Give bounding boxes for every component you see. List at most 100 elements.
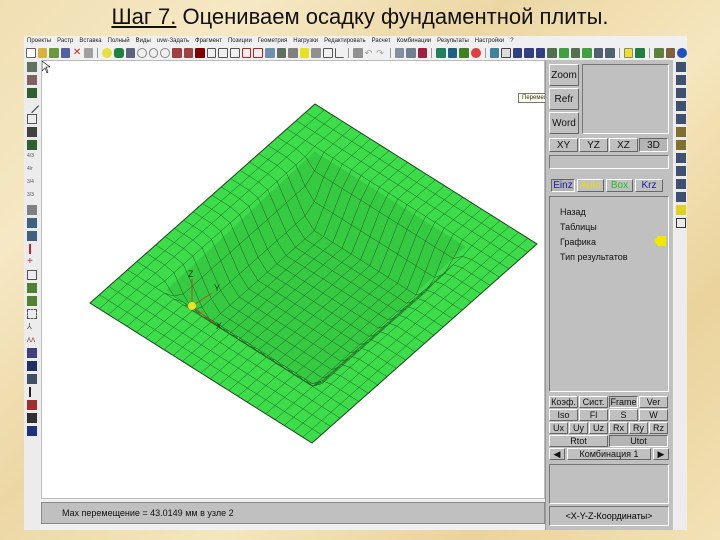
menu-calc[interactable]: Расчет bbox=[372, 38, 391, 44]
force-icon[interactable] bbox=[512, 48, 523, 58]
house2-icon[interactable] bbox=[665, 48, 676, 58]
key-tool-icon[interactable] bbox=[27, 348, 37, 358]
equal-icon[interactable] bbox=[322, 48, 333, 58]
view-front-icon[interactable] bbox=[172, 48, 182, 58]
menu-edit[interactable]: Редактировать bbox=[324, 38, 365, 44]
next-combination-button[interactable]: ▶ bbox=[653, 448, 669, 460]
line-tool-icon[interactable] bbox=[24, 98, 40, 114]
menu-uvw[interactable]: uvw-Задать bbox=[157, 38, 189, 44]
menu-positions[interactable]: Позиции bbox=[228, 38, 252, 44]
redo-icon[interactable]: ↷ bbox=[376, 48, 386, 58]
fl-button[interactable]: Fl bbox=[579, 409, 608, 421]
zoom-icon[interactable] bbox=[137, 48, 147, 58]
house-icon[interactable] bbox=[653, 48, 664, 58]
building-icon[interactable] bbox=[417, 48, 428, 58]
red-cross-icon[interactable]: + bbox=[27, 257, 37, 267]
node-move-icon[interactable] bbox=[675, 88, 686, 98]
load-icon[interactable] bbox=[406, 48, 416, 58]
view-top-icon[interactable] bbox=[195, 48, 205, 58]
node-box-icon[interactable] bbox=[27, 270, 37, 280]
tool-4-3-icon[interactable]: 4/3 bbox=[27, 153, 37, 163]
stress4-icon[interactable] bbox=[582, 48, 592, 58]
render-icon[interactable] bbox=[125, 48, 136, 58]
s-button[interactable]: S bbox=[609, 409, 638, 421]
force2-icon[interactable] bbox=[524, 48, 534, 58]
ux-button[interactable]: Ux bbox=[549, 422, 568, 434]
green-tool-icon[interactable] bbox=[27, 140, 37, 150]
element-tool3-icon[interactable] bbox=[27, 88, 37, 98]
menu-results[interactable]: Результаты bbox=[437, 38, 469, 44]
model-viewport[interactable]: ZYX Перемещения узлов bbox=[41, 60, 584, 499]
hatch-tool-icon[interactable] bbox=[27, 205, 37, 215]
rx-button[interactable]: Rx bbox=[609, 422, 628, 434]
prev-combination-button[interactable]: ◀ bbox=[549, 448, 565, 460]
member-edit-icon[interactable] bbox=[675, 179, 686, 189]
uz-button[interactable]: Uz bbox=[589, 422, 608, 434]
add-row-icon[interactable] bbox=[27, 218, 37, 228]
refresh-button[interactable]: Refr bbox=[549, 88, 579, 110]
angle-icon[interactable] bbox=[334, 48, 345, 58]
view-tab-xz[interactable]: XZ bbox=[609, 138, 638, 152]
menu-full[interactable]: Полный bbox=[108, 38, 130, 44]
element-tool2-icon[interactable] bbox=[27, 75, 37, 85]
rz-button[interactable]: Rz bbox=[649, 422, 668, 434]
tool-4r-icon[interactable]: 4/r bbox=[27, 166, 37, 176]
highlight-icon[interactable] bbox=[299, 48, 310, 58]
node-displacement-icon[interactable] bbox=[501, 48, 511, 58]
node-remove-icon[interactable] bbox=[675, 75, 686, 85]
menu-insert[interactable]: Вставка bbox=[79, 38, 101, 44]
mode-krz-button[interactable]: Krz bbox=[635, 179, 663, 192]
delete-icon[interactable]: ✕ bbox=[72, 48, 82, 58]
coef-button[interactable]: Коэф. bbox=[549, 396, 578, 408]
node-select-icon[interactable] bbox=[27, 309, 37, 319]
zoom-out-icon[interactable] bbox=[160, 48, 171, 58]
menu-fragment[interactable]: Фрагмент bbox=[195, 38, 222, 44]
piles-tool-icon[interactable] bbox=[27, 426, 37, 436]
menu-item-graphics[interactable]: Графика bbox=[560, 235, 628, 250]
stop-icon[interactable] bbox=[471, 48, 481, 58]
mode-auto-button[interactable]: Auto bbox=[577, 179, 604, 192]
combination-selector[interactable]: Комбинация 1 bbox=[567, 448, 651, 460]
ver-button[interactable]: Ver bbox=[639, 396, 668, 408]
stress-icon[interactable] bbox=[547, 48, 558, 58]
save-icon[interactable] bbox=[60, 48, 71, 58]
grid-red-icon[interactable] bbox=[241, 48, 252, 58]
element-tool-icon[interactable] bbox=[27, 62, 37, 72]
undo-icon[interactable]: ↶ bbox=[365, 48, 375, 58]
tool-3-4-icon[interactable]: 3/4 bbox=[27, 179, 37, 189]
node-green2-icon[interactable] bbox=[27, 296, 37, 306]
foundation-tool-icon[interactable] bbox=[27, 361, 37, 371]
support-icon[interactable] bbox=[288, 48, 298, 58]
menu-settings[interactable]: Настройки bbox=[475, 38, 504, 44]
section-icon[interactable] bbox=[276, 48, 287, 58]
box-tool-icon[interactable] bbox=[27, 127, 37, 137]
axes-icon[interactable] bbox=[265, 48, 275, 58]
pin-tool-icon[interactable] bbox=[29, 387, 39, 397]
view-tab-3d[interactable]: 3D bbox=[639, 138, 668, 152]
tool-3-3-icon[interactable]: 3/3 bbox=[27, 192, 37, 202]
database-icon[interactable] bbox=[113, 48, 124, 58]
grid-red2-icon[interactable] bbox=[253, 48, 264, 58]
menu-loads[interactable]: Нагрузки bbox=[293, 38, 318, 44]
factory-tool-icon[interactable] bbox=[27, 413, 37, 423]
zoom-in-icon[interactable] bbox=[148, 48, 159, 58]
system-button[interactable]: Сист. bbox=[579, 396, 608, 408]
member-remove-icon[interactable] bbox=[675, 166, 686, 176]
menu-help[interactable]: ? bbox=[510, 38, 513, 44]
calc-icon[interactable] bbox=[436, 48, 446, 58]
open-folder-icon[interactable] bbox=[37, 48, 48, 58]
plate-tool-icon[interactable] bbox=[27, 114, 37, 124]
iso-button[interactable]: Iso bbox=[549, 409, 578, 421]
reinforcement-icon[interactable] bbox=[593, 48, 604, 58]
cut-icon[interactable] bbox=[83, 48, 94, 58]
w-button[interactable]: W bbox=[639, 409, 668, 421]
ry-button[interactable]: Ry bbox=[629, 422, 648, 434]
menu-views[interactable]: Виды bbox=[136, 38, 151, 44]
view-tab-xy[interactable]: XY bbox=[549, 138, 578, 152]
ramp-tool-icon[interactable] bbox=[27, 400, 37, 410]
menu-projects[interactable]: Проекты bbox=[27, 38, 51, 44]
results-icon[interactable] bbox=[489, 48, 500, 58]
spring-tool-icon[interactable]: ʌʌ bbox=[27, 335, 37, 345]
link-icon[interactable] bbox=[311, 48, 321, 58]
view-tab-yz[interactable]: YZ bbox=[579, 138, 608, 152]
